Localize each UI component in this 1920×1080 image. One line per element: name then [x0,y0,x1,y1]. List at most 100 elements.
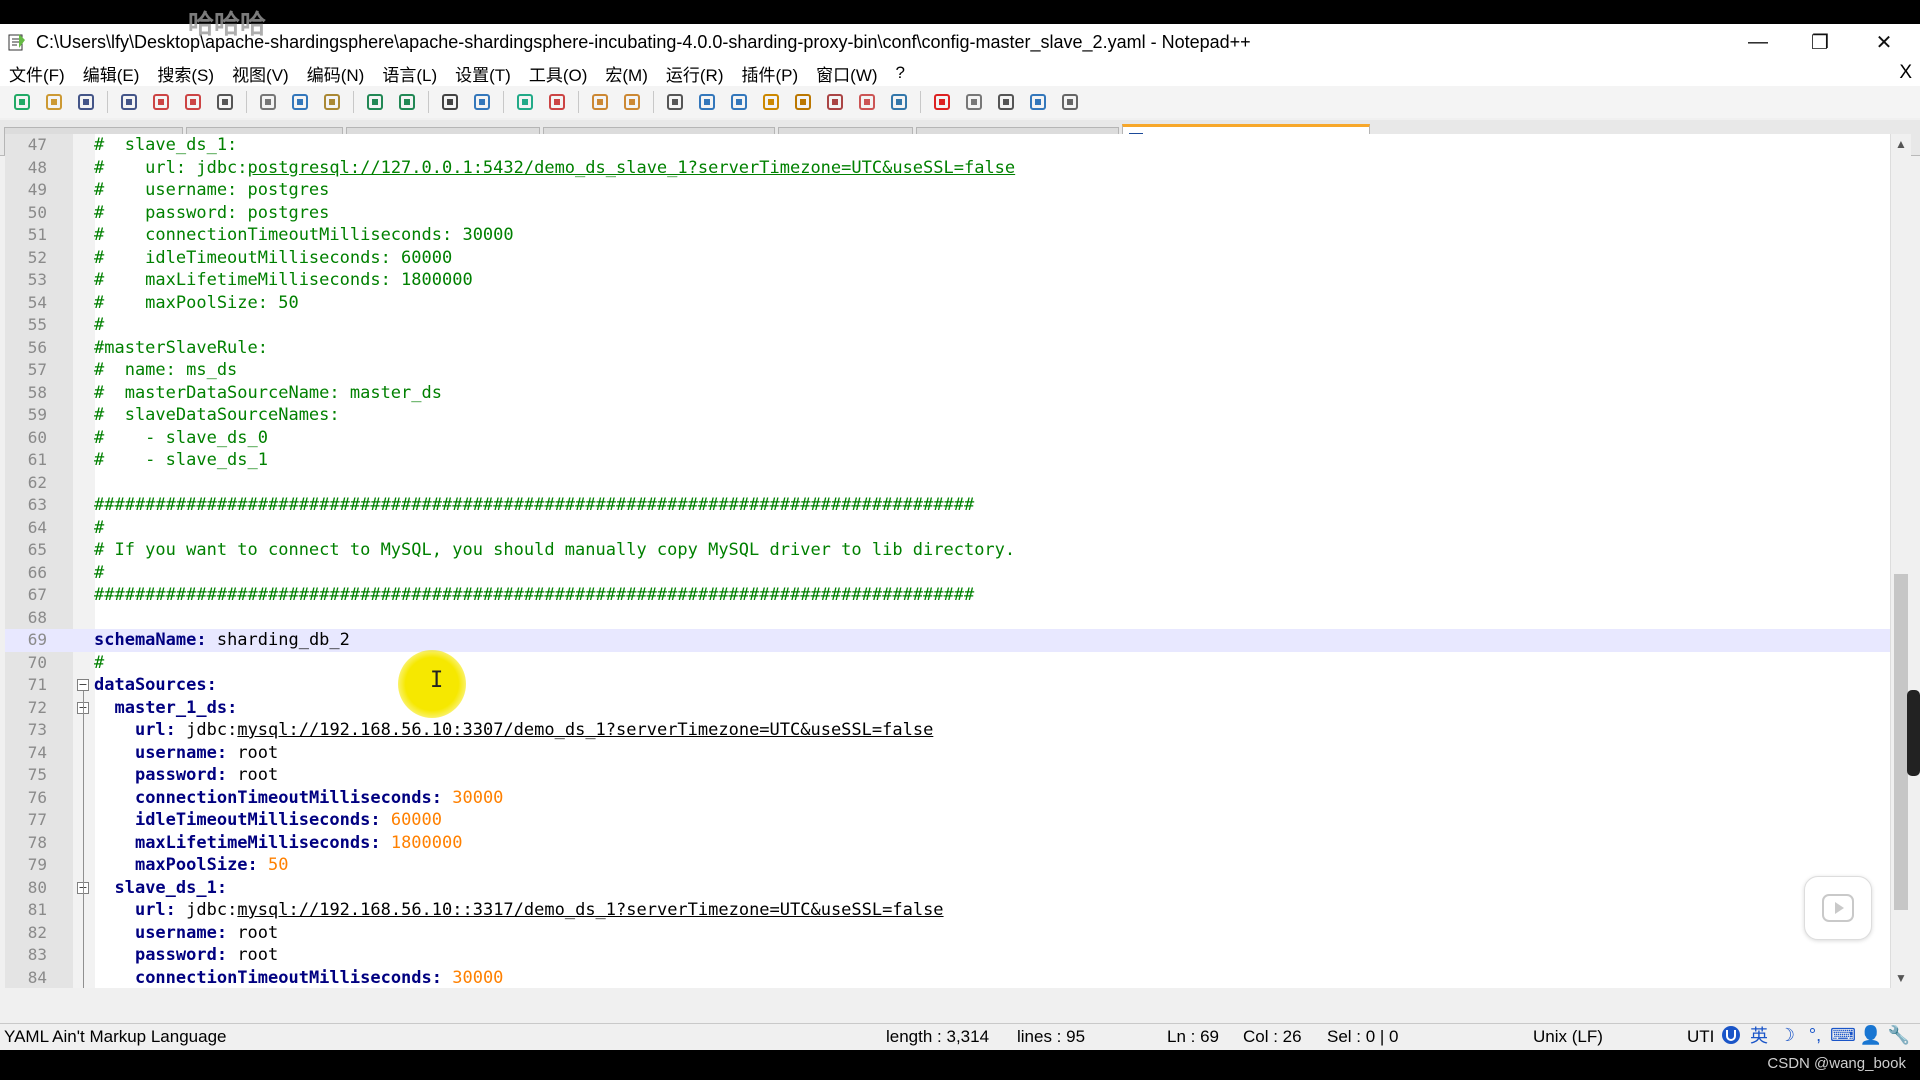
code-line[interactable]: 74 username: root [5,742,1890,765]
code-line[interactable]: 72 master_1_ds: [5,697,1890,720]
menu-edit[interactable]: 编辑(E) [74,61,149,86]
code-line[interactable]: 61 # - slave_ds_1 [5,449,1890,472]
code-line[interactable]: 80 slave_ds_1: [5,877,1890,900]
code-line[interactable]: 63 ######################################… [5,494,1890,517]
monitoring-icon[interactable] [887,90,911,114]
code-line[interactable]: 60 # - slave_ds_0 [5,427,1890,450]
code-line[interactable]: 84 connectionTimeoutMilliseconds: 30000 [5,967,1890,989]
code-line[interactable]: 73 url: jdbc:mysql://192.168.56.10:3307/… [5,719,1890,742]
new-file-icon[interactable] [10,90,34,114]
show-all-chars-icon[interactable] [695,90,719,114]
code-line[interactable]: 68 [5,607,1890,630]
zoom-in-icon[interactable] [513,90,537,114]
code-line[interactable]: 70 # [5,652,1890,675]
save-icon[interactable] [74,90,98,114]
user-icon[interactable]: 👤 [1860,1024,1882,1046]
code-line[interactable]: 58 # masterDataSourceName: master_ds [5,382,1890,405]
code-line[interactable]: 83 password: root [5,944,1890,967]
code-line[interactable]: 52 # idleTimeoutMilliseconds: 60000 [5,247,1890,270]
close-all-icon[interactable] [181,90,205,114]
undo-icon[interactable] [363,90,387,114]
play-macro-icon[interactable] [994,90,1018,114]
code-line[interactable]: 75 password: root [5,764,1890,787]
ime-logo-icon[interactable] [1720,1024,1742,1046]
word-wrap-icon[interactable] [663,90,687,114]
close-window-button[interactable]: ✕ [1854,24,1914,60]
wrench-icon[interactable]: 🔧 [1888,1024,1910,1046]
code-line[interactable]: 76 connectionTimeoutMilliseconds: 30000 [5,787,1890,810]
code-line[interactable]: 48 # url: jdbc:postgresql://127.0.0.1:543… [5,157,1890,180]
code-line[interactable]: 54 # maxPoolSize: 50 [5,292,1890,315]
code-line[interactable]: 47 # slave_ds_1: [5,134,1890,157]
video-play-button[interactable] [1804,876,1872,940]
save-all-icon[interactable] [117,90,141,114]
code-line[interactable]: 81 url: jdbc:mysql://192.168.56.10::3317… [5,899,1890,922]
code-line[interactable]: 49 # username: postgres [5,179,1890,202]
code-line[interactable]: 59 # slaveDataSourceNames: [5,404,1890,427]
code-editor[interactable]: 47 # slave_ds_1: 48 # url: jdbc:postgresql:… [5,134,1890,988]
redo-icon[interactable] [395,90,419,114]
code-line[interactable]: 56 #masterSlaveRule: [5,337,1890,360]
replace-icon[interactable] [470,90,494,114]
menu-window[interactable]: 窗口(W) [807,61,886,86]
zoom-out-icon[interactable] [545,90,569,114]
minimize-button[interactable]: — [1728,24,1788,60]
code-line[interactable]: 79 maxPoolSize: 50 [5,854,1890,877]
code-line[interactable]: 71 dataSources: [5,674,1890,697]
menu-search[interactable]: 搜索(S) [148,61,223,86]
code-line[interactable]: 53 # maxLifetimeMilliseconds: 1800000 [5,269,1890,292]
cut-icon[interactable] [256,90,280,114]
keyboard-icon[interactable]: ⌨ [1830,1024,1856,1046]
print-icon[interactable] [213,90,237,114]
find-icon[interactable] [438,90,462,114]
code-line[interactable]: 69 schemaName: sharding_db_2 [5,629,1890,652]
menu-encoding[interactable]: 编码(N) [298,61,374,86]
code-line[interactable]: 62 [5,472,1890,495]
copy-icon[interactable] [288,90,312,114]
scroll-up-icon[interactable]: ▲ [1891,134,1911,154]
code-line[interactable]: 67 ######################################… [5,584,1890,607]
menu-plugins[interactable]: 插件(P) [732,61,807,86]
code-line[interactable]: 64 # [5,517,1890,540]
code-line[interactable]: 50 # password: postgres [5,202,1890,225]
paste-icon[interactable] [320,90,344,114]
code-line[interactable]: 66 # [5,562,1890,585]
scrollbar-thumb[interactable] [1894,574,1908,910]
code-line[interactable]: 65 # If you want to connect to MySQL, you… [5,539,1890,562]
menu-view[interactable]: 视图(V) [223,61,298,86]
code-line[interactable]: 57 # name: ms_ds [5,359,1890,382]
code-line[interactable]: 51 # connectionTimeoutMilliseconds: 30000 [5,224,1890,247]
fold-toggle-icon[interactable]: − [77,679,89,691]
menu-help[interactable]: ? [887,63,914,83]
close-document-button[interactable]: X [1899,60,1912,86]
sync-v-icon[interactable] [588,90,612,114]
menu-macro[interactable]: 宏(M) [596,61,656,86]
status-encoding[interactable]: UTI [1687,1024,1714,1050]
status-eol[interactable]: Unix (LF) [1533,1024,1603,1050]
vertical-scrollbar[interactable]: ▲ ▼ [1890,134,1911,988]
code-line[interactable]: 78 maxLifetimeMilliseconds: 1800000 [5,832,1890,855]
open-file-icon[interactable] [42,90,66,114]
close-icon[interactable] [149,90,173,114]
scroll-down-icon[interactable]: ▼ [1891,968,1911,988]
folder-workspace-icon[interactable] [855,90,879,114]
menu-settings[interactable]: 设置(T) [446,61,520,86]
udl-icon[interactable] [759,90,783,114]
code-line[interactable]: 77 idleTimeoutMilliseconds: 60000 [5,809,1890,832]
menu-language[interactable]: 语言(L) [373,61,446,86]
run-macro-multiple-icon[interactable] [1026,90,1050,114]
punctuation-icon[interactable]: °, [1804,1024,1826,1046]
moon-icon[interactable]: ☽ [1776,1024,1798,1046]
code-line[interactable]: 55 # [5,314,1890,337]
doc-map-icon[interactable] [791,90,815,114]
sync-h-icon[interactable] [620,90,644,114]
restore-button[interactable]: ❐ [1790,24,1850,60]
stop-macro-icon[interactable] [962,90,986,114]
code-line[interactable]: 82 username: root [5,922,1890,945]
save-macro-icon[interactable] [1058,90,1082,114]
menu-run[interactable]: 运行(R) [657,61,733,86]
menu-file[interactable]: 文件(F) [0,61,74,86]
indent-guide-icon[interactable] [727,90,751,114]
record-macro-icon[interactable] [930,90,954,114]
ime-language-label[interactable]: 英 [1748,1024,1770,1046]
